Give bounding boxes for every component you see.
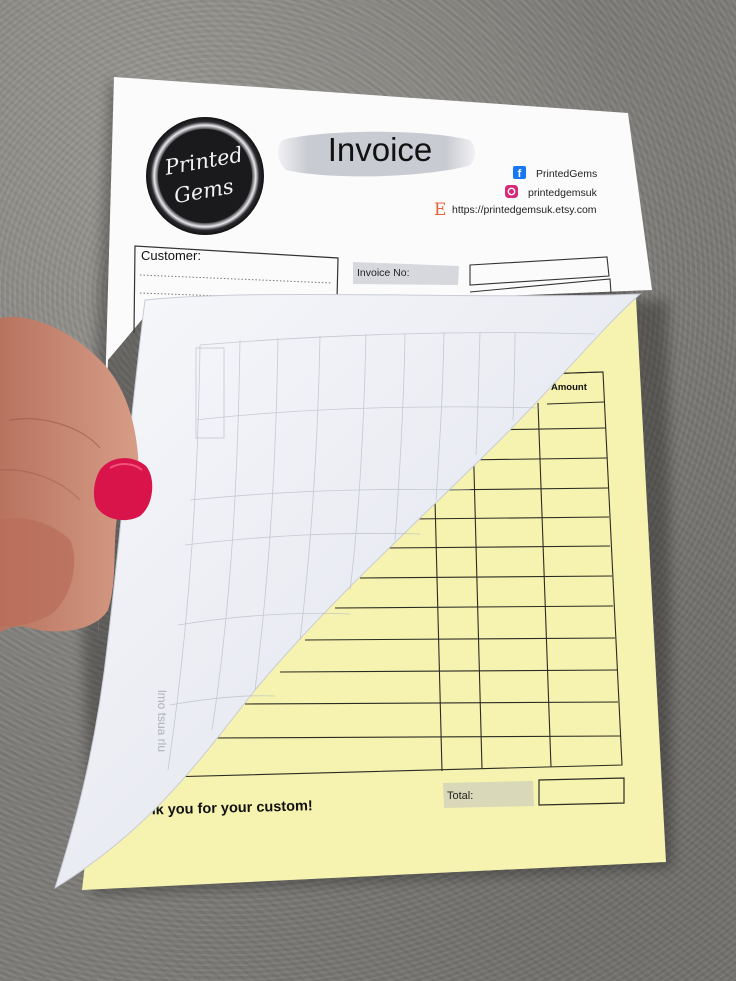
svg-text:f: f <box>518 168 522 180</box>
amount-column-header: Amount <box>551 382 588 393</box>
facebook-handle: PrintedGems <box>536 168 597 180</box>
etsy-icon: E <box>434 200 446 220</box>
invoice-title: Invoice <box>328 131 433 168</box>
invoice-no-label: Invoice No: <box>357 267 410 279</box>
painted-fingernail <box>93 458 153 521</box>
etsy-url: https://printedgemsuk.etsy.com <box>452 204 597 216</box>
instagram-handle: printedgemsuk <box>528 187 598 199</box>
ghost-show-through-text: lmo tsua rlu <box>155 690 169 752</box>
total-label: Total: <box>447 790 473 802</box>
instagram-icon <box>505 185 518 198</box>
printed-gems-logo: Printed Gems <box>146 117 264 235</box>
invoice-photo-scene: Printed Gems Invoice f PrintedGems print… <box>0 75 672 895</box>
customer-label: Customer: <box>141 248 201 263</box>
